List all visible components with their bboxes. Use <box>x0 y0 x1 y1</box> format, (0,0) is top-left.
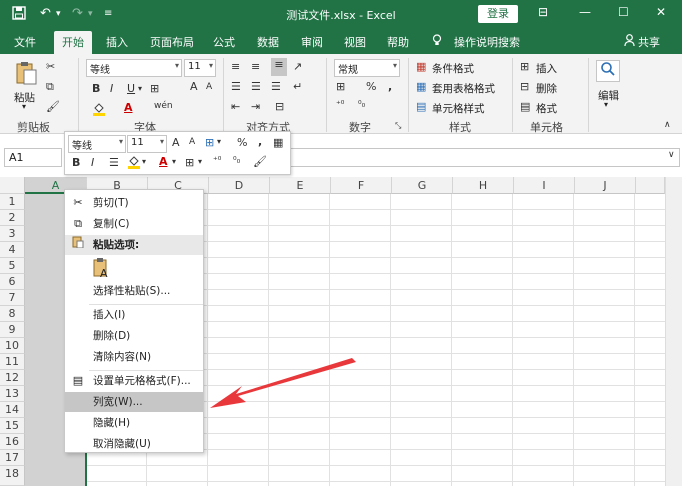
arrow-shape <box>210 358 356 408</box>
annotation-arrow <box>210 358 356 408</box>
